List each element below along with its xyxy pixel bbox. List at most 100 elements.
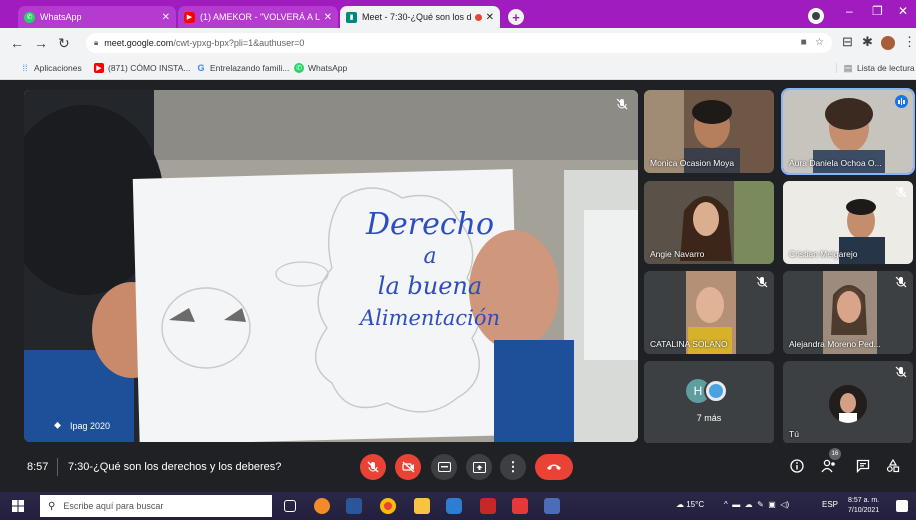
reading-list-label: Lista de lectura [857,63,915,73]
windows-start-icon[interactable] [12,500,24,512]
back-icon[interactable]: ← [10,36,24,50]
chevron-up-icon: ^ [724,500,728,509]
reload-icon[interactable]: ↻ [58,36,70,50]
info-icon [790,459,804,473]
mail-icon[interactable] [446,498,462,514]
mic-off-icon [895,366,907,378]
meeting-details-button[interactable] [788,457,806,475]
bookmark-label: Entrelazando famili... [210,63,290,73]
new-tab-button[interactable]: + [508,9,524,25]
file-explorer-icon[interactable] [414,498,430,514]
captions-button[interactable] [431,454,457,480]
poster-line: Derecho [365,207,495,242]
mic-toggle-button[interactable] [360,454,386,480]
lock-icon: 🔒︎ [94,38,99,47]
reading-list-button[interactable]: ▤ Lista de lectura [836,63,915,73]
participant-name: Cristian Melgarejo [789,249,858,259]
bookmark-label: (871) CÓMO INSTA... [108,63,191,73]
word-icon[interactable] [346,498,362,514]
main-video[interactable]: Derecho a la buena Alimentación ⬥ Ipag 2… [24,90,638,442]
participant-tile[interactable]: Cristian Melgarejo [783,181,913,264]
menu-icon[interactable]: ⋮ [903,34,916,50]
pdf-reader-icon[interactable] [480,498,496,514]
camera-icon[interactable]: ■ [801,37,807,48]
close-icon[interactable]: ✕ [486,12,494,23]
url-host: meet.google.com [104,38,174,48]
system-tray-icons[interactable]: ^ ▬ ☁ ✎ ▣ ◁) [724,500,789,509]
firefox-icon[interactable] [314,498,330,514]
minimize-icon[interactable]: – [846,4,853,18]
taskbar-clock[interactable]: 8:57 a. m. 7/10/2021 [848,496,879,516]
hang-up-icon [547,464,561,470]
chrome-icon[interactable] [380,498,396,514]
avatar-letter: H [693,384,703,398]
recording-icon [474,13,482,21]
star-icon[interactable]: ☆ [815,37,824,48]
close-window-icon[interactable]: ✕ [898,4,908,18]
participant-name: CATALINA SOLANO [650,339,728,349]
mic-off-icon [756,276,768,288]
tab-whatsapp[interactable]: ✆ WhatsApp ✕ [18,6,176,28]
participant-tile[interactable]: Angie Navarro [644,181,774,264]
taskbar-search-box[interactable]: ⚲ Escribe aquí para buscar [40,495,272,517]
volume-icon: ◁) [780,500,790,509]
camera-off-icon [401,461,414,473]
profile-icon[interactable] [808,8,824,24]
participant-count-badge: 16 [829,448,841,460]
bookmark-google[interactable]: G Entrelazando famili... [196,63,289,73]
bookmark-apps[interactable]: ⁞⁞ Aplicaciones [20,63,82,73]
maximize-icon[interactable]: ❐ [872,4,883,18]
address-bar[interactable]: 🔒︎ meet.google.com /cwt-ypxg-bpx?pli=1&a… [86,33,832,53]
network-icon: ▬ [732,500,741,509]
browser-tab-strip: ✆ WhatsApp ✕ ▶ (1) AMEKOR - "VOLVERÁ A L… [0,0,916,28]
avatar[interactable] [881,36,895,50]
activities-button[interactable] [884,457,902,475]
office-icon[interactable] [512,498,528,514]
main-video-scene [24,90,638,442]
forward-icon[interactable]: → [34,36,48,50]
tab-search-icon[interactable]: ⊟ [842,34,853,50]
chat-button[interactable] [854,457,872,475]
participant-tile[interactable]: Alejandra Moreno Ped... [783,271,913,354]
leave-call-button[interactable] [535,454,573,480]
participant-tile[interactable]: Monica Ocasion Moya [644,90,774,173]
participant-name: Tú [789,429,799,439]
notifications-icon[interactable] [896,500,908,512]
whatsapp-icon: ✆ [294,63,304,73]
more-participants-tile[interactable]: H 7 más [644,361,774,444]
extensions-icon[interactable]: ✱ [862,34,873,50]
tab-title: (1) AMEKOR - "VOLVERÁ A LLOV [200,12,320,22]
bookmarks-bar: ⁞⁞ Aplicaciones ▶ (871) CÓMO INSTA... G … [0,58,916,80]
present-screen-button[interactable] [466,454,492,480]
bookmark-whatsapp[interactable]: ✆ WhatsApp [294,63,347,73]
more-count-label: 7 más [696,413,722,423]
google-icon: G [197,63,205,73]
participant-tile[interactable]: CATALINA SOLANO [644,271,774,354]
meet-icon: ▮ [346,11,357,23]
teams-icon[interactable] [544,498,560,514]
bookmark-youtube[interactable]: ▶ (871) CÓMO INSTA... [94,63,191,73]
tab-meet[interactable]: ▮ Meet - 7:30-¿Qué son los de ✕ [340,6,500,28]
poster-line: la buena [377,272,483,300]
avatar [829,385,867,423]
close-icon[interactable]: ✕ [162,12,170,23]
whatsapp-icon: ✆ [24,11,35,23]
search-placeholder: Escribe aquí para buscar [63,501,164,511]
camera-toggle-button[interactable] [395,454,421,480]
close-icon[interactable]: ✕ [324,12,332,23]
task-view-icon[interactable] [284,500,296,512]
participant-tile[interactable]: Aura Daniela Ochoa O... [781,88,915,175]
bookmark-label: Aplicaciones [34,63,82,73]
youtube-icon: ▶ [184,11,195,23]
self-tile[interactable]: Tú [783,361,913,444]
participant-name: Alejandra Moreno Ped... [789,339,881,349]
language-indicator[interactable]: ESP [822,500,838,509]
tab-youtube[interactable]: ▶ (1) AMEKOR - "VOLVERÁ A LLOV ✕ [178,6,338,28]
captions-icon [437,462,451,472]
temperature-label: 15°C [686,500,705,509]
cloud-icon: ☁ [744,500,753,509]
tab-title: Meet - 7:30-¿Qué son los de [362,12,472,22]
people-icon [821,459,835,473]
more-options-button[interactable]: ⋮ [500,454,526,480]
weather-widget[interactable]: ☁ 15°C [676,500,704,509]
